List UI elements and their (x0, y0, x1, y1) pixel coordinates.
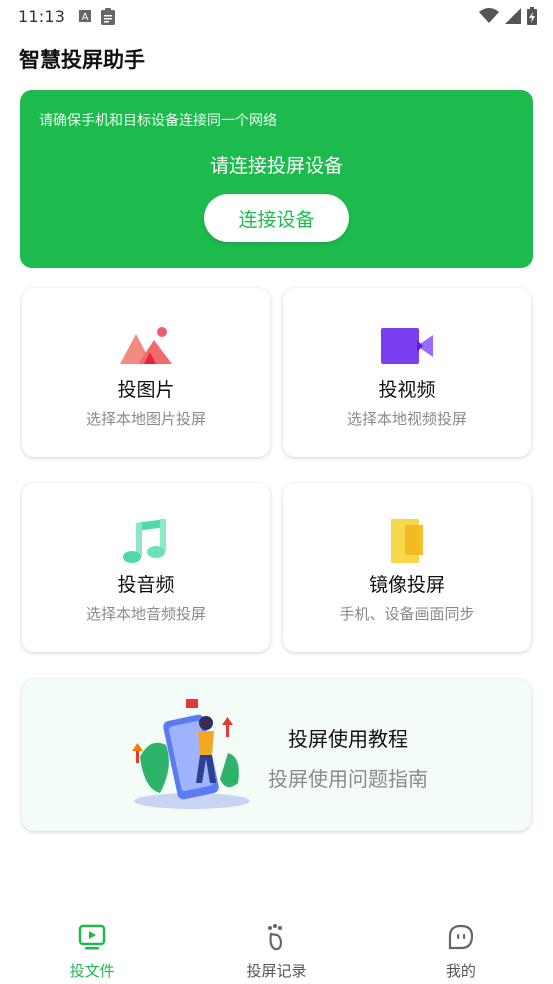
cast-video-card[interactable]: 投视频 选择本地视频投屏 (283, 288, 531, 457)
tutorial-title: 投屏使用教程 (288, 727, 408, 751)
image-icon (120, 327, 172, 364)
screen-mirror-card[interactable]: 镜像投屏 手机、设备画面同步 (283, 483, 531, 652)
tutorial-subtitle: 投屏使用问题指南 (268, 767, 428, 791)
nav-item-cast-history[interactable]: 投屏记录 (184, 910, 368, 984)
wifi-icon (479, 8, 499, 23)
status-notification-icons: A (79, 7, 116, 25)
card-subtitle: 选择本地音频投屏 (85, 605, 206, 623)
card-title: 投视频 (378, 379, 436, 401)
tutorial-illustration (132, 699, 250, 809)
svg-text:A: A (82, 12, 89, 22)
tutorial-banner[interactable]: 投屏使用教程 投屏使用问题指南 (22, 679, 531, 831)
tv-play-icon (78, 924, 106, 950)
clipboard-icon (101, 7, 116, 25)
card-subtitle: 选择本地视频投屏 (346, 410, 467, 428)
status-system-icons (479, 7, 537, 25)
signal-icon (505, 8, 521, 24)
video-icon (381, 328, 433, 364)
footprint-icon (268, 924, 283, 951)
page-title: 智慧投屏助手 (19, 48, 145, 72)
mirror-icon (391, 519, 423, 563)
battery-icon (527, 7, 537, 25)
music-icon (123, 519, 166, 563)
network-hint-text: 请确保手机和目标设备连接同一个网络 (39, 113, 277, 129)
card-title: 投图片 (117, 379, 175, 401)
font-a-icon: A (79, 10, 92, 22)
nav-item-cast-files[interactable]: 投文件 (0, 910, 184, 984)
status-bar: 11:13 A (0, 0, 553, 32)
card-title: 镜像投屏 (368, 574, 445, 596)
cast-image-card[interactable]: 投图片 选择本地图片投屏 (22, 288, 270, 457)
nav-label: 我的 (445, 962, 476, 980)
card-subtitle: 选择本地图片投屏 (85, 410, 206, 428)
cast-audio-card[interactable]: 投音频 选择本地音频投屏 (22, 483, 270, 652)
nav-item-profile[interactable]: 我的 (369, 910, 553, 984)
status-time: 11:13 (18, 6, 66, 26)
bottom-navigation: 投文件 投屏记录 我的 (0, 910, 553, 984)
nav-label: 投屏记录 (246, 962, 307, 980)
nav-label: 投文件 (69, 962, 115, 980)
connect-device-button[interactable]: 连接设备 (204, 194, 349, 242)
banner-title: 请连接投屏设备 (209, 155, 343, 177)
card-title: 投音频 (117, 574, 175, 596)
connection-banner: 请确保手机和目标设备连接同一个网络 请连接投屏设备 连接设备 (20, 90, 533, 268)
profile-face-icon (448, 924, 473, 950)
card-subtitle: 手机、设备画面同步 (339, 605, 475, 623)
